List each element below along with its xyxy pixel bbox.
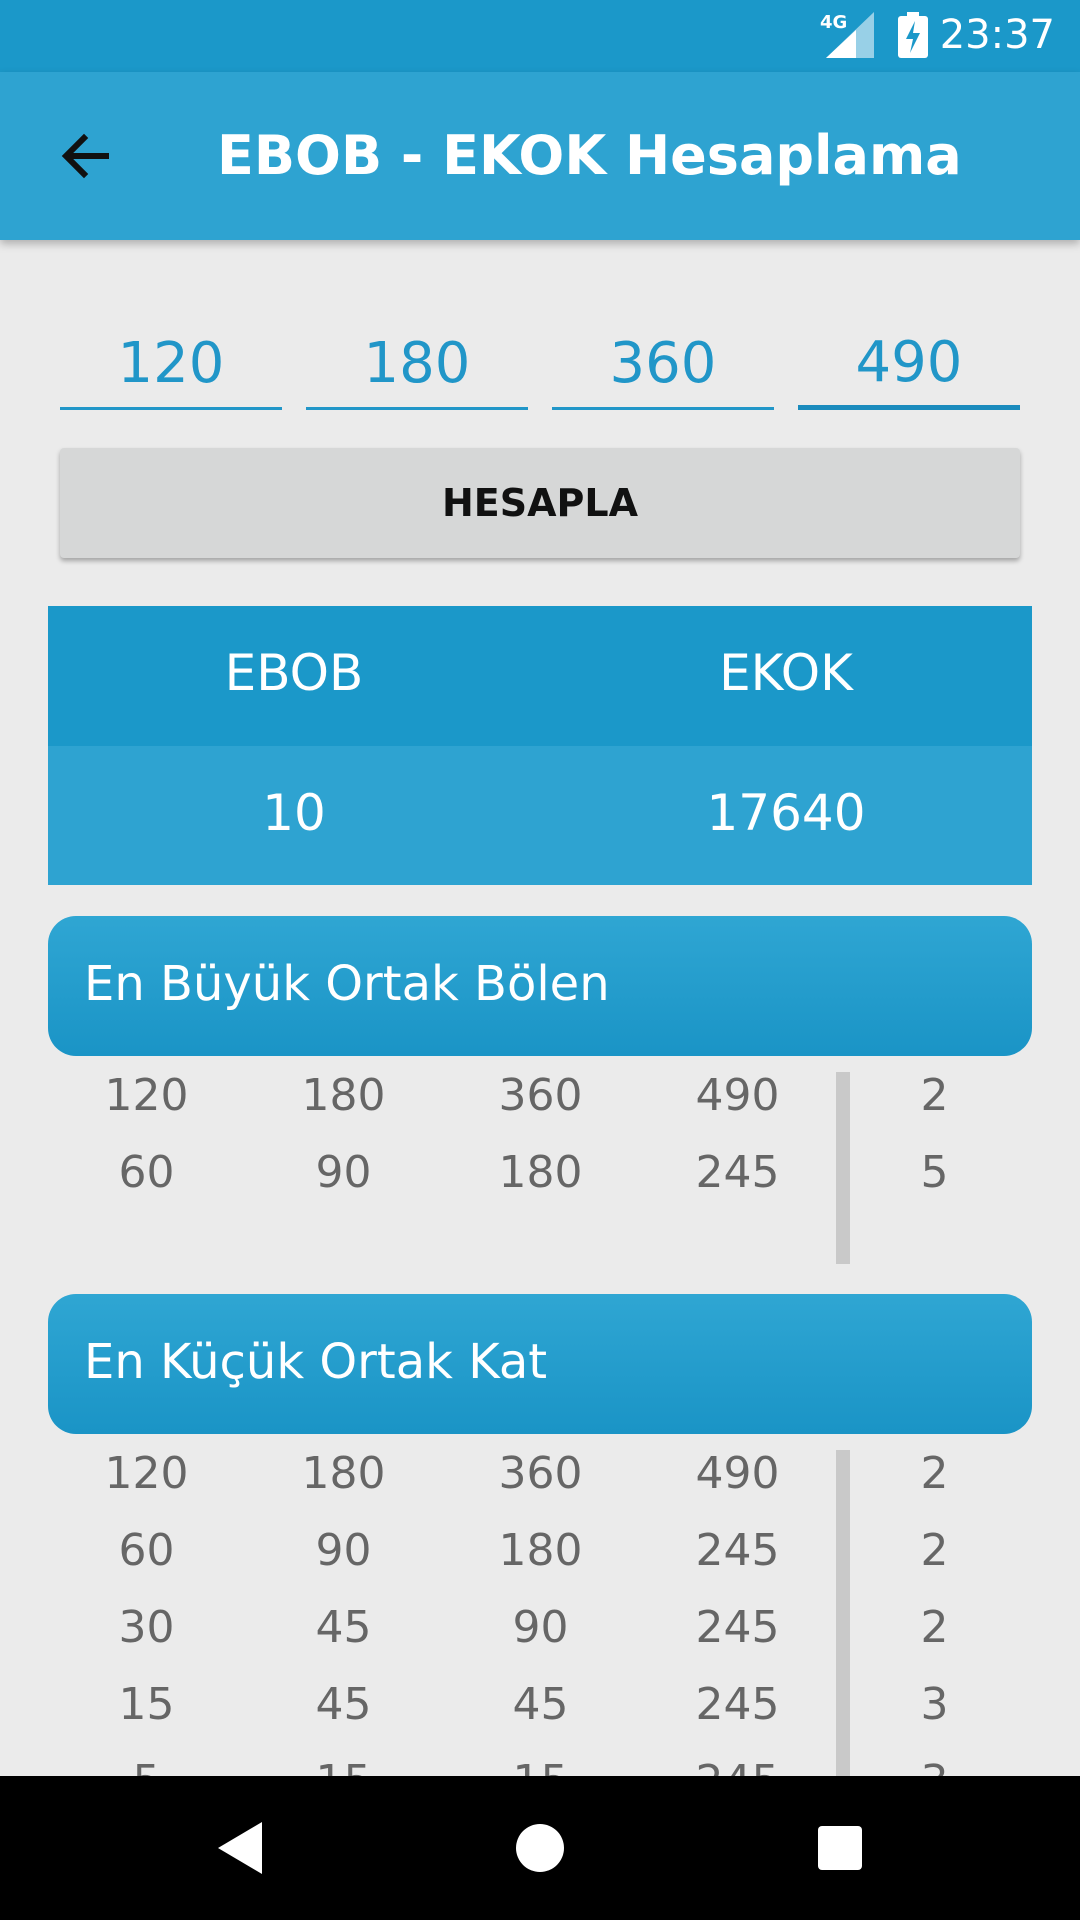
table-cell: 360	[498, 1070, 583, 1121]
table-cell: 30	[118, 1602, 175, 1653]
table-cell: 60	[118, 1147, 175, 1198]
lcm-section-header: En Küçük Ortak Kat	[48, 1294, 1032, 1434]
nav-back-icon[interactable]	[204, 1812, 276, 1884]
result-header-row: EBOB EKOK	[48, 606, 1032, 746]
back-arrow-icon[interactable]	[54, 124, 118, 188]
gcd-header: EBOB	[224, 644, 364, 702]
table-cell: 245	[695, 1525, 780, 1576]
divisor-cell: 2	[920, 1602, 949, 1653]
lcm-header: EKOK	[719, 644, 853, 702]
table-cell: 45	[315, 1602, 372, 1653]
divisor-cell: 5	[920, 1147, 949, 1198]
gcd-section-header: En Büyük Ortak Bölen	[48, 916, 1032, 1056]
number-input-4[interactable]	[798, 320, 1020, 410]
table-cell: 45	[512, 1679, 569, 1730]
table-cell: 15	[442, 1756, 639, 1776]
navigation-bar	[0, 1776, 1080, 1920]
table-cell: 60	[118, 1525, 175, 1576]
divisor-cell: 3	[920, 1679, 949, 1730]
table-cell: 245	[695, 1147, 780, 1198]
table-cell: 490	[695, 1448, 780, 1499]
divisor-cell: 2	[920, 1070, 949, 1121]
table-cell: 180	[498, 1525, 583, 1576]
table-cell: 90	[315, 1525, 372, 1576]
table-cell: 120	[104, 1070, 189, 1121]
table-cell: 245	[639, 1756, 836, 1776]
table-cell: 180	[301, 1070, 386, 1121]
calculate-button[interactable]: HESAPLA	[60, 448, 1020, 558]
nav-recents-icon[interactable]	[804, 1812, 876, 1884]
battery-charging-icon	[898, 12, 928, 58]
number-input-1[interactable]	[60, 320, 282, 410]
lcm-value: 17640	[706, 784, 866, 842]
number-inputs	[60, 320, 1020, 410]
table-cell: 15	[245, 1756, 442, 1776]
signal-icon	[826, 12, 874, 58]
page-title: EBOB - EKOK Hesaplama	[217, 124, 962, 187]
table-cell: 90	[512, 1602, 569, 1653]
table-cell: 245	[695, 1602, 780, 1653]
table-cell: 490	[695, 1070, 780, 1121]
divisor-cell: 2	[920, 1525, 949, 1576]
lcm-division-table: 120 180 360 490 2 60 90 180 245 2 30 45 90 245 2 15 45 45…	[48, 1448, 1032, 1776]
divisor-cell: 3	[836, 1756, 1032, 1776]
gcd-division-table: 120 180 360 490 2 60 90 180 245 5	[48, 1070, 1032, 1265]
table-cell: 15	[118, 1679, 175, 1730]
table-cell: 120	[104, 1448, 189, 1499]
table-cell: 45	[315, 1679, 372, 1730]
nav-home-icon[interactable]	[504, 1812, 576, 1884]
gcd-section-title: En Büyük Ortak Bölen	[84, 956, 610, 1012]
clock: 23:37	[939, 12, 1055, 58]
lcm-section-title: En Küçük Ortak Kat	[84, 1334, 548, 1390]
gcd-value: 10	[262, 784, 326, 842]
status-bar: 4G 23:37	[0, 0, 1080, 72]
divisor-cell: 2	[920, 1448, 949, 1499]
table-cell: 180	[498, 1147, 583, 1198]
table-cell: 245	[695, 1679, 780, 1730]
table-cell: 90	[315, 1147, 372, 1198]
number-input-3[interactable]	[552, 320, 774, 410]
result-value-row: 10 17640	[48, 746, 1032, 885]
app-bar: EBOB - EKOK Hesaplama	[0, 72, 1080, 240]
table-cell: 5	[48, 1756, 245, 1776]
table-cell: 180	[301, 1448, 386, 1499]
table-cell: 360	[498, 1448, 583, 1499]
result-table: EBOB EKOK 10 17640	[48, 606, 1032, 885]
number-input-2[interactable]	[306, 320, 528, 410]
